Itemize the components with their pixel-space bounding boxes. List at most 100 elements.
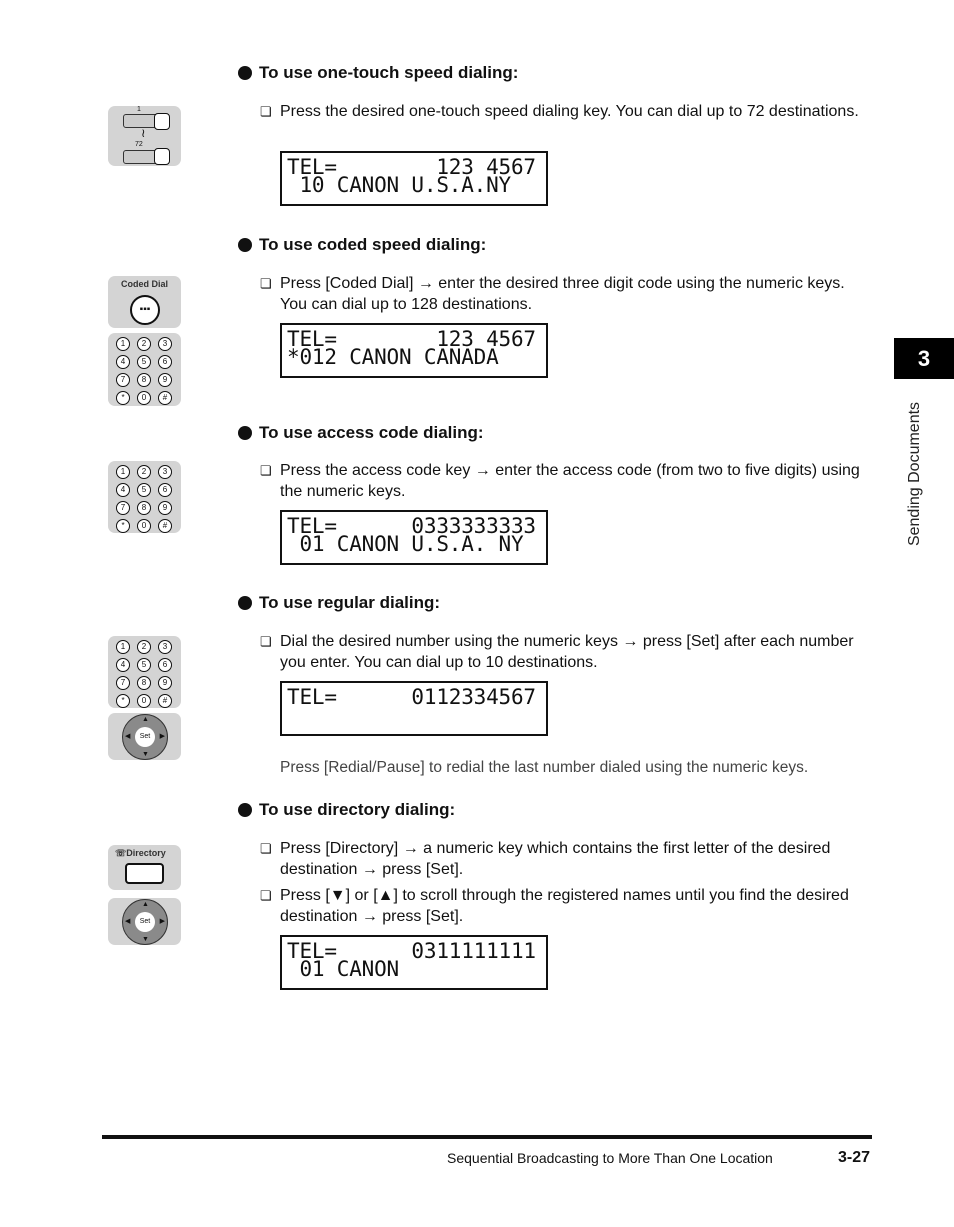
left-arrow-icon: ◀ [125, 733, 131, 740]
numeric-keypad-icon: 1 2 3 4 5 6 7 8 9 * 0 # [108, 636, 181, 708]
lcd-display: TEL= 123 4567 10 CANON U.S.A.NY [280, 151, 548, 206]
lcd-line-1: TEL= 0112334567 [287, 685, 536, 709]
keypad-key: 0 [137, 519, 151, 533]
numeric-keypad-icon: 1 2 3 4 5 6 7 8 9 * 0 # [108, 461, 181, 533]
chapter-tab: 3 [894, 338, 954, 379]
bullet-icon [238, 238, 252, 252]
heading-text: To use regular dialing: [259, 593, 441, 612]
keypad-key: 1 [116, 465, 130, 479]
navigation-pad: ▲ ▼ ◀ ▶ Set [122, 714, 168, 760]
instruction-item: ❏ Press [▼] or [▲] to scroll through the … [260, 885, 870, 927]
navigation-pad: ▲ ▼ ◀ ▶ Set [122, 899, 168, 945]
keypad-key: # [158, 519, 172, 533]
page-number: 3-27 [838, 1149, 871, 1166]
keypad-key: 0 [137, 694, 151, 708]
tilde-icon: ≀ [141, 126, 146, 140]
instruction-text: Dial the desired number using the numeri… [280, 633, 854, 671]
coded-dial-label: Coded Dial [120, 279, 168, 289]
instruction-text: Press [Directory] → a numeric key which … [280, 840, 831, 878]
down-arrow-icon: ▼ [142, 936, 149, 943]
lcd-display: TEL= 0311111111 01 CANON [280, 935, 548, 990]
instruction-item: ❏ Press [Directory] → a numeric key which… [260, 838, 870, 880]
bullet-icon [238, 426, 252, 440]
down-arrow-icon: ▼ [142, 751, 149, 758]
heading-text: To use directory dialing: [259, 800, 456, 819]
keypad-key: 8 [137, 676, 151, 690]
lcd-display: TEL= 123 4567 *012 CANON CANADA [280, 323, 548, 378]
keypad-key: 6 [158, 658, 172, 672]
section-heading: To use directory dialing: [238, 800, 455, 820]
bullet-icon [238, 803, 252, 817]
keypad-key: 2 [137, 337, 151, 351]
section-heading: To use one-touch speed dialing: [238, 63, 518, 83]
checkbox-icon: ❏ [260, 276, 272, 291]
keypad-key: 9 [158, 676, 172, 690]
coded-dial-key-icon: Coded Dial ▪▪▪ [108, 276, 181, 328]
section-heading: To use regular dialing: [238, 593, 440, 613]
checkbox-icon: ❏ [260, 104, 272, 119]
keypad-key: * [116, 519, 130, 533]
keypad-key: 1 [116, 640, 130, 654]
up-arrow-icon: ▲ [142, 716, 149, 723]
section-heading: To use coded speed dialing: [238, 235, 486, 255]
footer-title: Sequential Broadcasting to More Than One… [447, 1150, 773, 1166]
instruction-item: ❏ Dial the desired number using the numer… [260, 631, 870, 673]
keypad-key: # [158, 391, 172, 405]
keypad-key: 4 [116, 355, 130, 369]
keypad-key: 0 [137, 391, 151, 405]
right-arrow-icon: ▶ [159, 733, 165, 740]
key-button [154, 148, 170, 165]
keypad-key: 2 [137, 465, 151, 479]
keypad-key: 7 [116, 676, 130, 690]
lcd-line-2: 01 CANON U.S.A. NY [287, 532, 524, 556]
one-touch-keys-icon: 1 ≀ 72 [108, 106, 181, 166]
instruction-item: ❏ Press the desired one-touch speed diali… [260, 101, 870, 122]
keypad-key: 1 [116, 337, 130, 351]
bullet-icon [238, 66, 252, 80]
keypad-key: 2 [137, 640, 151, 654]
key-button [154, 113, 170, 130]
keypad-key: 3 [158, 465, 172, 479]
numeric-keypad-icon: 1 2 3 4 5 6 7 8 9 * 0 # [108, 333, 181, 406]
checkbox-icon: ❏ [260, 888, 272, 903]
keypad-key: 9 [158, 373, 172, 387]
key-label-72: 72 [135, 141, 143, 148]
lcd-display: TEL= 0333333333 01 CANON U.S.A. NY [280, 510, 548, 565]
keypad-key: 4 [116, 483, 130, 497]
section-side-label: Sending Documents [906, 401, 923, 547]
keypad-key: 5 [137, 355, 151, 369]
heading-text: To use one-touch speed dialing: [259, 63, 519, 82]
set-key-icon: ▲ ▼ ◀ ▶ Set [108, 713, 181, 760]
manual-page: To use one-touch speed dialing: 1 ≀ 72 ❏… [0, 0, 954, 1227]
keypad-key: 4 [116, 658, 130, 672]
keypad-key: 8 [137, 373, 151, 387]
instruction-text: Press [▼] or [▲] to scroll through the r… [280, 887, 849, 925]
lcd-display: TEL= 0112334567 [280, 681, 548, 736]
set-button: Set [135, 727, 155, 747]
keypad-key: 3 [158, 337, 172, 351]
keypad-key: # [158, 694, 172, 708]
checkbox-icon: ❏ [260, 841, 272, 856]
phone-book-icon: ☏ [115, 848, 127, 858]
right-arrow-icon: ▶ [159, 918, 165, 925]
set-key-icon: ▲ ▼ ◀ ▶ Set [108, 898, 181, 945]
lcd-line-2: 10 CANON U.S.A.NY [287, 173, 511, 197]
coded-dial-button: ▪▪▪ [130, 295, 160, 325]
keypad-key: 7 [116, 501, 130, 515]
key-label-1: 1 [137, 106, 141, 113]
heading-text: To use access code dialing: [259, 423, 484, 442]
keypad-key: * [116, 694, 130, 708]
left-arrow-icon: ◀ [125, 918, 131, 925]
instruction-text: Press the desired one-touch speed dialin… [280, 103, 859, 120]
up-arrow-icon: ▲ [142, 901, 149, 908]
checkbox-icon: ❏ [260, 463, 272, 478]
keypad-key: 5 [137, 483, 151, 497]
footer-rule [102, 1135, 872, 1139]
instruction-item: ❏ Press the access code key → enter the a… [260, 460, 870, 502]
keypad-key: 9 [158, 501, 172, 515]
keypad-key: 3 [158, 640, 172, 654]
keypad-key: 8 [137, 501, 151, 515]
keypad-grid: 1 2 3 4 5 6 7 8 9 * 0 # [108, 333, 181, 405]
note-text: Press [Redial/Pause] to redial the last … [280, 759, 809, 776]
keypad-key: 5 [137, 658, 151, 672]
